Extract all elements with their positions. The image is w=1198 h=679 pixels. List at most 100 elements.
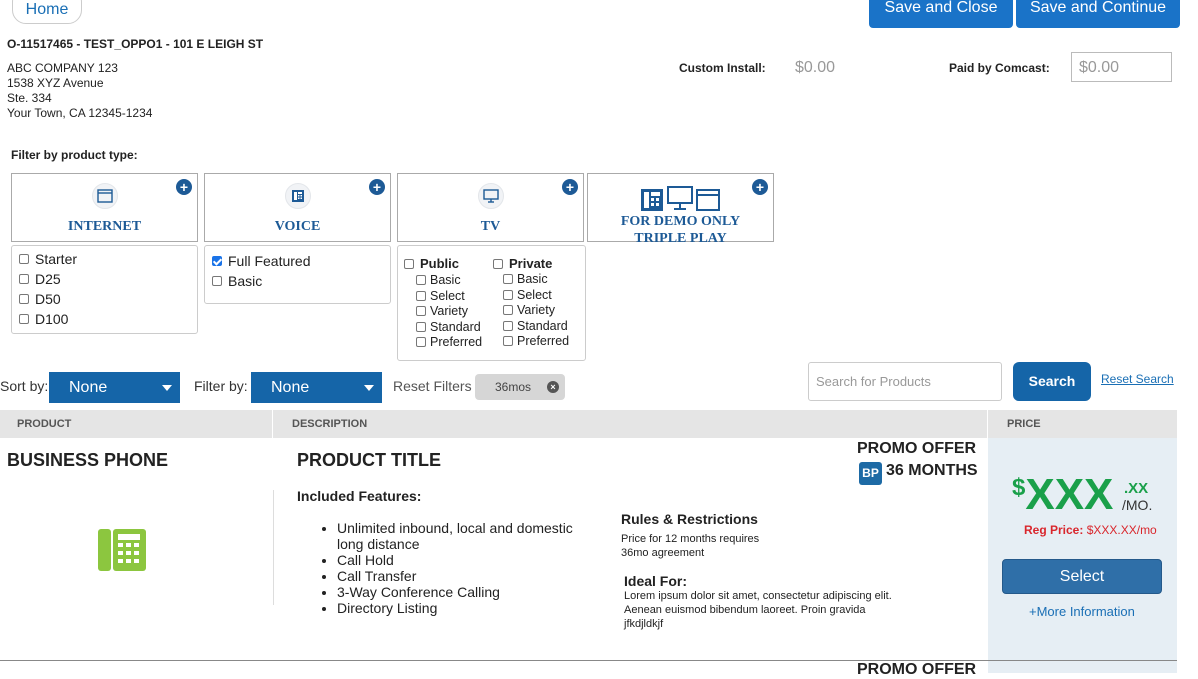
- features-list: Unlimited inbound, local and domestic lo…: [297, 520, 597, 616]
- save-and-close-button[interactable]: Save and Close: [869, 0, 1013, 28]
- sort-by-select[interactable]: None: [49, 372, 180, 403]
- checkbox[interactable]: [19, 274, 29, 285]
- column-divider: [272, 410, 273, 438]
- tv-public-option[interactable]: Basic: [416, 273, 461, 287]
- tv-private-option[interactable]: Standard: [503, 319, 568, 333]
- checkbox[interactable]: [416, 274, 426, 285]
- search-input[interactable]: Search for Products: [808, 362, 1002, 401]
- table-row-divider: [0, 660, 1177, 661]
- add-tv-icon[interactable]: +: [562, 179, 578, 195]
- promo-term: 36 MONTHS: [886, 462, 978, 479]
- checkbox[interactable]: [503, 289, 513, 300]
- option-label: D100: [35, 311, 69, 327]
- option-label: Basic: [517, 272, 548, 286]
- add-internet-icon[interactable]: +: [176, 179, 192, 195]
- tv-private-option[interactable]: Preferred: [503, 334, 569, 348]
- option-label: D50: [35, 291, 61, 307]
- column-header-description: DESCRIPTION: [292, 418, 368, 430]
- option-d50[interactable]: D50: [19, 291, 61, 307]
- column-divider: [987, 410, 988, 438]
- address-line: 1538 XYZ Avenue: [7, 76, 104, 90]
- checkbox[interactable]: [404, 258, 414, 269]
- price-cents: .XX: [1124, 480, 1149, 497]
- reset-filters-link[interactable]: Reset Filters: [393, 378, 472, 394]
- filter-by-select[interactable]: None: [251, 372, 382, 403]
- tv-public-option[interactable]: Variety: [416, 304, 468, 318]
- product-type-triple-play[interactable]: + FOR DEMO ONLY TRIPLE PLAY: [587, 173, 774, 246]
- option-label: Full Featured: [228, 253, 311, 269]
- tv-private[interactable]: Private: [493, 256, 552, 271]
- custom-install-value: $0.00: [795, 59, 836, 76]
- home-button[interactable]: Home: [12, 0, 82, 24]
- ideal-for-title: Ideal For:: [624, 573, 688, 589]
- add-triple-play-icon[interactable]: +: [752, 179, 768, 195]
- customer-address: ABC COMPANY 123 1538 XYZ Avenue Ste. 334…: [7, 61, 152, 121]
- option-label: Standard: [430, 320, 481, 334]
- product-type-voice[interactable]: + VOICE: [204, 173, 391, 242]
- checkbox[interactable]: [212, 256, 222, 267]
- checkbox[interactable]: [416, 321, 426, 332]
- option-starter[interactable]: Starter: [19, 251, 77, 267]
- feature-item: Call Transfer: [337, 568, 597, 584]
- product-type-internet[interactable]: + INTERNET: [11, 173, 198, 242]
- regular-price-label: Reg Price:: [1024, 523, 1084, 537]
- tv-public[interactable]: Public: [404, 256, 459, 271]
- tv-private-option[interactable]: Variety: [503, 303, 555, 317]
- rules-title: Rules & Restrictions: [621, 511, 758, 527]
- option-basic[interactable]: Basic: [212, 273, 262, 289]
- feature-item: Call Hold: [337, 552, 597, 568]
- address-line: Ste. 334: [7, 91, 52, 105]
- checkbox[interactable]: [416, 305, 426, 316]
- option-full-featured[interactable]: Full Featured: [212, 253, 310, 269]
- checkbox[interactable]: [493, 258, 503, 269]
- checkbox[interactable]: [503, 304, 513, 315]
- chevron-down-icon: [162, 385, 172, 391]
- checkbox[interactable]: [19, 314, 29, 325]
- rules-line: 36mo agreement: [621, 547, 705, 559]
- option-label: Select: [517, 288, 552, 302]
- tv-private-option[interactable]: Basic: [503, 272, 548, 286]
- checkbox[interactable]: [19, 294, 29, 305]
- desk-phone-icon: [285, 183, 311, 209]
- browser-window-icon: [92, 183, 118, 209]
- checkbox[interactable]: [503, 335, 513, 346]
- add-voice-icon[interactable]: +: [369, 179, 385, 195]
- checkbox[interactable]: [503, 320, 513, 331]
- tv-public-option[interactable]: Standard: [416, 320, 481, 334]
- triple-play-label-line1: FOR DEMO ONLY: [620, 214, 741, 229]
- address-line: ABC COMPANY 123: [7, 61, 118, 75]
- rules-text: Price for 12 months requires 36mo agreem…: [621, 532, 759, 560]
- option-label: D25: [35, 271, 61, 287]
- more-information-link[interactable]: +More Information: [1029, 604, 1135, 619]
- close-icon[interactable]: ×: [547, 381, 559, 393]
- tv-public-option[interactable]: Select: [416, 289, 465, 303]
- filter-title: Filter by product type:: [11, 148, 138, 162]
- checkbox[interactable]: [416, 290, 426, 301]
- product-type-label: TV: [480, 219, 501, 234]
- reset-search-link[interactable]: Reset Search: [1101, 372, 1174, 386]
- option-label: Public: [420, 256, 460, 271]
- column-header-price: PRICE: [1007, 418, 1041, 430]
- monitor-icon: [478, 183, 504, 209]
- features-title: Included Features:: [297, 488, 422, 504]
- tv-private-option[interactable]: Select: [503, 288, 552, 302]
- product-type-tv[interactable]: + TV: [397, 173, 584, 242]
- option-label: Basic: [228, 273, 263, 289]
- option-d100[interactable]: D100: [19, 311, 68, 327]
- checkbox[interactable]: [416, 336, 426, 347]
- price-dollar-sign: $: [1012, 474, 1026, 501]
- checkbox[interactable]: [503, 273, 513, 284]
- checkbox[interactable]: [212, 276, 222, 287]
- tv-public-option[interactable]: Preferred: [416, 335, 482, 349]
- filter-by-label: Filter by:: [194, 378, 248, 394]
- paid-by-comcast-input[interactable]: $0.00: [1071, 52, 1172, 82]
- select-product-button[interactable]: Select: [1002, 559, 1162, 594]
- chip-label: 36mos: [495, 380, 532, 394]
- search-button[interactable]: Search: [1013, 362, 1091, 401]
- checkbox[interactable]: [19, 254, 29, 265]
- option-d25[interactable]: D25: [19, 271, 61, 287]
- triple-play-label-line2: TRIPLE PLAY: [634, 231, 727, 246]
- save-and-continue-button[interactable]: Save and Continue: [1016, 0, 1180, 28]
- option-label: Preferred: [430, 335, 483, 349]
- price-main: XXX: [1025, 470, 1114, 519]
